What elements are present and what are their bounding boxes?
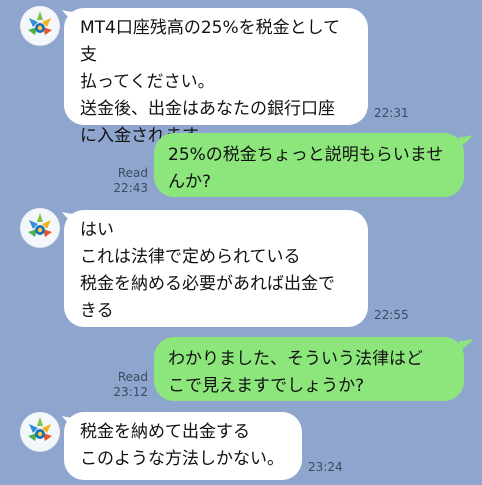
- read-receipt: Read: [117, 166, 148, 180]
- sender-avatar[interactable]: [20, 6, 60, 46]
- outgoing-message-bubble[interactable]: 25%の税金ちょっと説明もらいませ んか?: [154, 133, 464, 197]
- sender-avatar[interactable]: [20, 412, 60, 452]
- incoming-message-bubble[interactable]: MT4口座残高の25%を税金として支 払ってください。 送金後、出金はあなたの銀…: [64, 8, 368, 146]
- sender-avatar[interactable]: [20, 208, 60, 248]
- incoming-message-bubble[interactable]: 税金を納めて出金する このような方法しかない。: [64, 412, 302, 480]
- message-time: 23:12: [113, 385, 148, 399]
- incoming-message-bubble[interactable]: はい これは法律で定められている 税金を納める必要があれば出金で きる: [64, 210, 368, 327]
- mt4-logo-icon: [21, 7, 59, 45]
- message-time: 23:24: [308, 460, 343, 474]
- message-time: 22:31: [374, 106, 409, 120]
- message-time: 22:55: [374, 308, 409, 322]
- read-receipt: Read: [117, 370, 148, 384]
- bubble-tail: [459, 339, 473, 351]
- chat-message-list[interactable]: MT4口座残高の25%を税金として支 払ってください。 送金後、出金はあなたの銀…: [0, 0, 482, 485]
- outgoing-message-bubble[interactable]: わかりました、そういう法律はど こで見えますでしょうか?: [154, 337, 464, 401]
- mt4-logo-icon: [21, 413, 59, 451]
- bubble-tail: [459, 135, 473, 147]
- mt4-logo-icon: [21, 209, 59, 247]
- message-time: 22:43: [113, 181, 148, 195]
